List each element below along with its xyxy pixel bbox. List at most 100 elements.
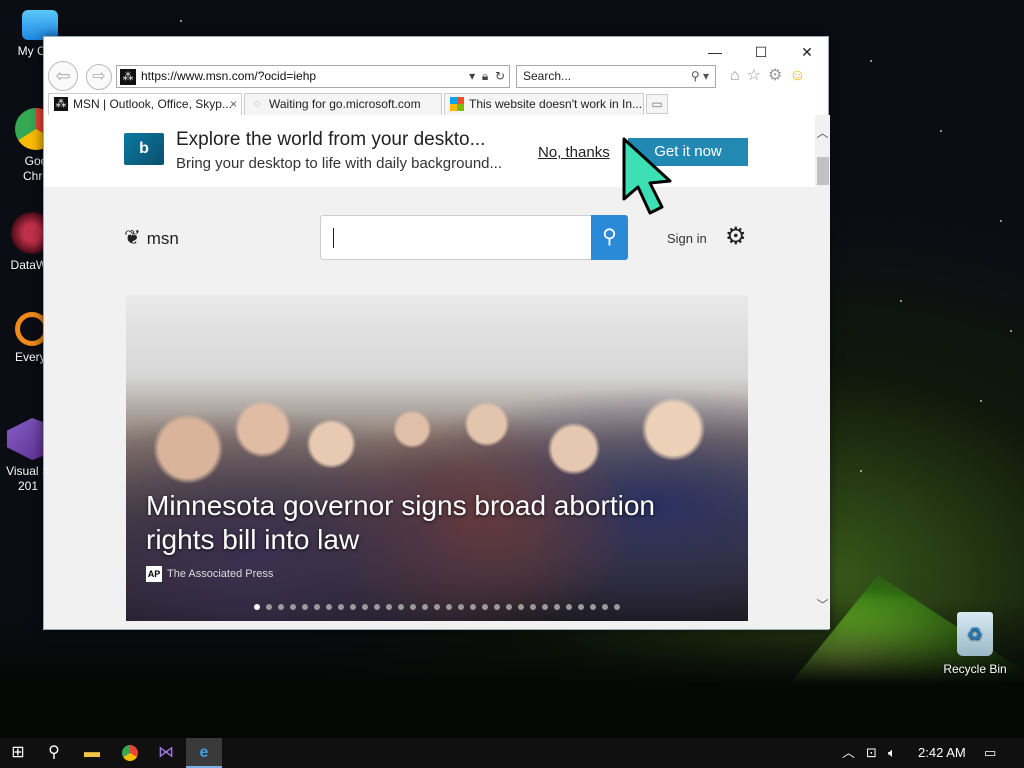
visual-studio-taskbar-button[interactable]: ⋈ [148, 738, 184, 768]
settings-gear-icon[interactable]: ⚙ [725, 222, 747, 251]
carousel-dot[interactable] [278, 604, 284, 610]
carousel-dot[interactable] [458, 604, 464, 610]
carousel-dot[interactable] [566, 604, 572, 610]
carousel-dot[interactable] [614, 604, 620, 610]
carousel-dot[interactable] [338, 604, 344, 610]
carousel-dot[interactable] [602, 604, 608, 610]
hero-source-name: The Associated Press [167, 567, 274, 580]
carousel-dot[interactable] [554, 604, 560, 610]
lock-icon[interactable]: 🔒︎ [482, 69, 488, 83]
microsoft-logo-icon [450, 97, 464, 111]
minimize-button[interactable]: — [692, 41, 738, 63]
action-center-icon[interactable]: ▭ [984, 738, 996, 768]
msn-search-input[interactable] [320, 215, 592, 260]
bing-wallpaper-promo: b Explore the world from your deskto... … [44, 115, 815, 187]
address-bar[interactable]: ⁂ https://www.msn.com/?ocid=iehp ▾ 🔒︎ ↻ [116, 65, 510, 88]
recycle-bin-icon: ♻ [957, 612, 993, 656]
carousel-dot[interactable] [410, 604, 416, 610]
msn-logo[interactable]: ❦ msn [124, 225, 179, 250]
start-button[interactable]: ⊞ [0, 738, 36, 768]
tab-website-doesnt-work[interactable]: This website doesn't work in In... [444, 93, 644, 115]
carousel-dot[interactable] [482, 604, 488, 610]
carousel-dot[interactable] [350, 604, 356, 610]
network-icon[interactable]: ⊡ [866, 738, 877, 768]
scroll-thumb[interactable] [817, 157, 829, 185]
page-viewport: b Explore the world from your deskto... … [44, 115, 815, 629]
carousel-dot[interactable] [434, 604, 440, 610]
carousel-dot[interactable] [470, 604, 476, 610]
internet-explorer-taskbar-button[interactable]: e [186, 738, 222, 768]
address-url: https://www.msn.com/?ocid=iehp [141, 69, 317, 83]
tab-close-icon[interactable]: × [230, 94, 237, 114]
folder-icon: ▬ [84, 744, 100, 761]
dropdown-icon[interactable]: ▾ [469, 69, 475, 83]
text-caret [333, 228, 334, 248]
hero-headline[interactable]: Minnesota governor signs broad abortion … [146, 489, 706, 557]
titlebar: — ☐ ✕ [44, 37, 828, 65]
tab-msn[interactable]: ⁂ MSN | Outlook, Office, Skyp... × [48, 93, 242, 115]
vertical-scrollbar[interactable]: ︿ ﹀ [815, 115, 830, 629]
carousel-dot[interactable] [374, 604, 380, 610]
msn-search-button[interactable]: ⚲ [591, 215, 628, 260]
recycle-bin-label: Recycle Bin [943, 662, 1007, 676]
search-placeholder: Search... [523, 69, 572, 83]
favorites-star-icon[interactable]: ☆ [747, 67, 768, 84]
search-taskbar-button[interactable]: ⚲ [36, 738, 72, 768]
carousel-dot[interactable] [266, 604, 272, 610]
maximize-button[interactable]: ☐ [738, 41, 784, 63]
carousel-dot[interactable] [302, 604, 308, 610]
sign-in-link[interactable]: Sign in [667, 231, 707, 246]
new-tab-button[interactable]: ▭ [646, 94, 668, 114]
scroll-down-icon[interactable]: ﹀ [815, 597, 830, 614]
desktop-icon-recycle-bin[interactable]: ♻ Recycle Bin [940, 612, 1010, 676]
internet-explorer-window: — ☐ ✕ ⇦ ⇨ ⁂ https://www.msn.com/?ocid=ie… [43, 36, 830, 630]
hero-source: AP The Associated Press [146, 566, 273, 582]
show-hidden-icons-icon[interactable]: ︿ [842, 738, 855, 768]
forward-button[interactable]: ⇨ [86, 64, 112, 90]
home-icon[interactable]: ⌂ [730, 67, 747, 84]
refresh-icon[interactable]: ↻ [495, 69, 505, 83]
carousel-dot[interactable] [398, 604, 404, 610]
address-tools: ▾ 🔒︎ ↻ [469, 66, 505, 87]
search-icon: ⚲ [48, 744, 60, 761]
file-explorer-button[interactable]: ▬ [74, 738, 110, 768]
carousel-dot[interactable] [446, 604, 452, 610]
visual-studio-icon: ⋈ [158, 744, 174, 761]
carousel-dot[interactable] [530, 604, 536, 610]
carousel-dot[interactable] [590, 604, 596, 610]
carousel-dot[interactable] [578, 604, 584, 610]
carousel-dot[interactable] [254, 604, 260, 610]
feedback-smiley-icon[interactable]: ☺ [789, 67, 812, 84]
chrome-icon [122, 744, 138, 761]
back-button[interactable]: ⇦ [48, 61, 78, 91]
search-icon[interactable]: ⚲ ▾ [691, 66, 709, 87]
tab-bar: ⁂ MSN | Outlook, Office, Skyp... × ◌ Wai… [44, 93, 828, 115]
carousel-dot[interactable] [518, 604, 524, 610]
carousel-dot[interactable] [494, 604, 500, 610]
navigation-bar: ⇦ ⇨ ⁂ https://www.msn.com/?ocid=iehp ▾ 🔒… [44, 61, 828, 91]
msn-butterfly-icon: ❦ [124, 227, 141, 249]
carousel-dot[interactable] [422, 604, 428, 610]
tab-label: MSN | Outlook, Office, Skyp... [73, 97, 232, 111]
chrome-taskbar-button[interactable] [112, 738, 148, 768]
carousel-dot[interactable] [506, 604, 512, 610]
carousel-dot[interactable] [542, 604, 548, 610]
settings-gear-icon[interactable]: ⚙ [768, 67, 789, 84]
carousel-dot[interactable] [326, 604, 332, 610]
hero-carousel[interactable]: Minnesota governor signs broad abortion … [126, 295, 748, 621]
clock[interactable]: 2:42 AM [918, 738, 966, 768]
carousel-dot[interactable] [362, 604, 368, 610]
mouse-cursor-icon [622, 137, 672, 215]
bing-logo-icon: b [124, 133, 164, 165]
carousel-dot[interactable] [290, 604, 296, 610]
volume-icon[interactable]: 🔈︎ [888, 738, 896, 768]
close-button[interactable]: ✕ [784, 41, 830, 63]
carousel-dots [254, 597, 626, 610]
carousel-dot[interactable] [314, 604, 320, 610]
search-input[interactable]: Search... ⚲ ▾ [516, 65, 716, 88]
carousel-dot[interactable] [386, 604, 392, 610]
loading-spinner-icon: ◌ [253, 98, 261, 110]
no-thanks-link[interactable]: No, thanks [538, 144, 610, 161]
tab-waiting[interactable]: ◌ Waiting for go.microsoft.com [244, 93, 442, 115]
scroll-up-icon[interactable]: ︿ [815, 125, 830, 142]
